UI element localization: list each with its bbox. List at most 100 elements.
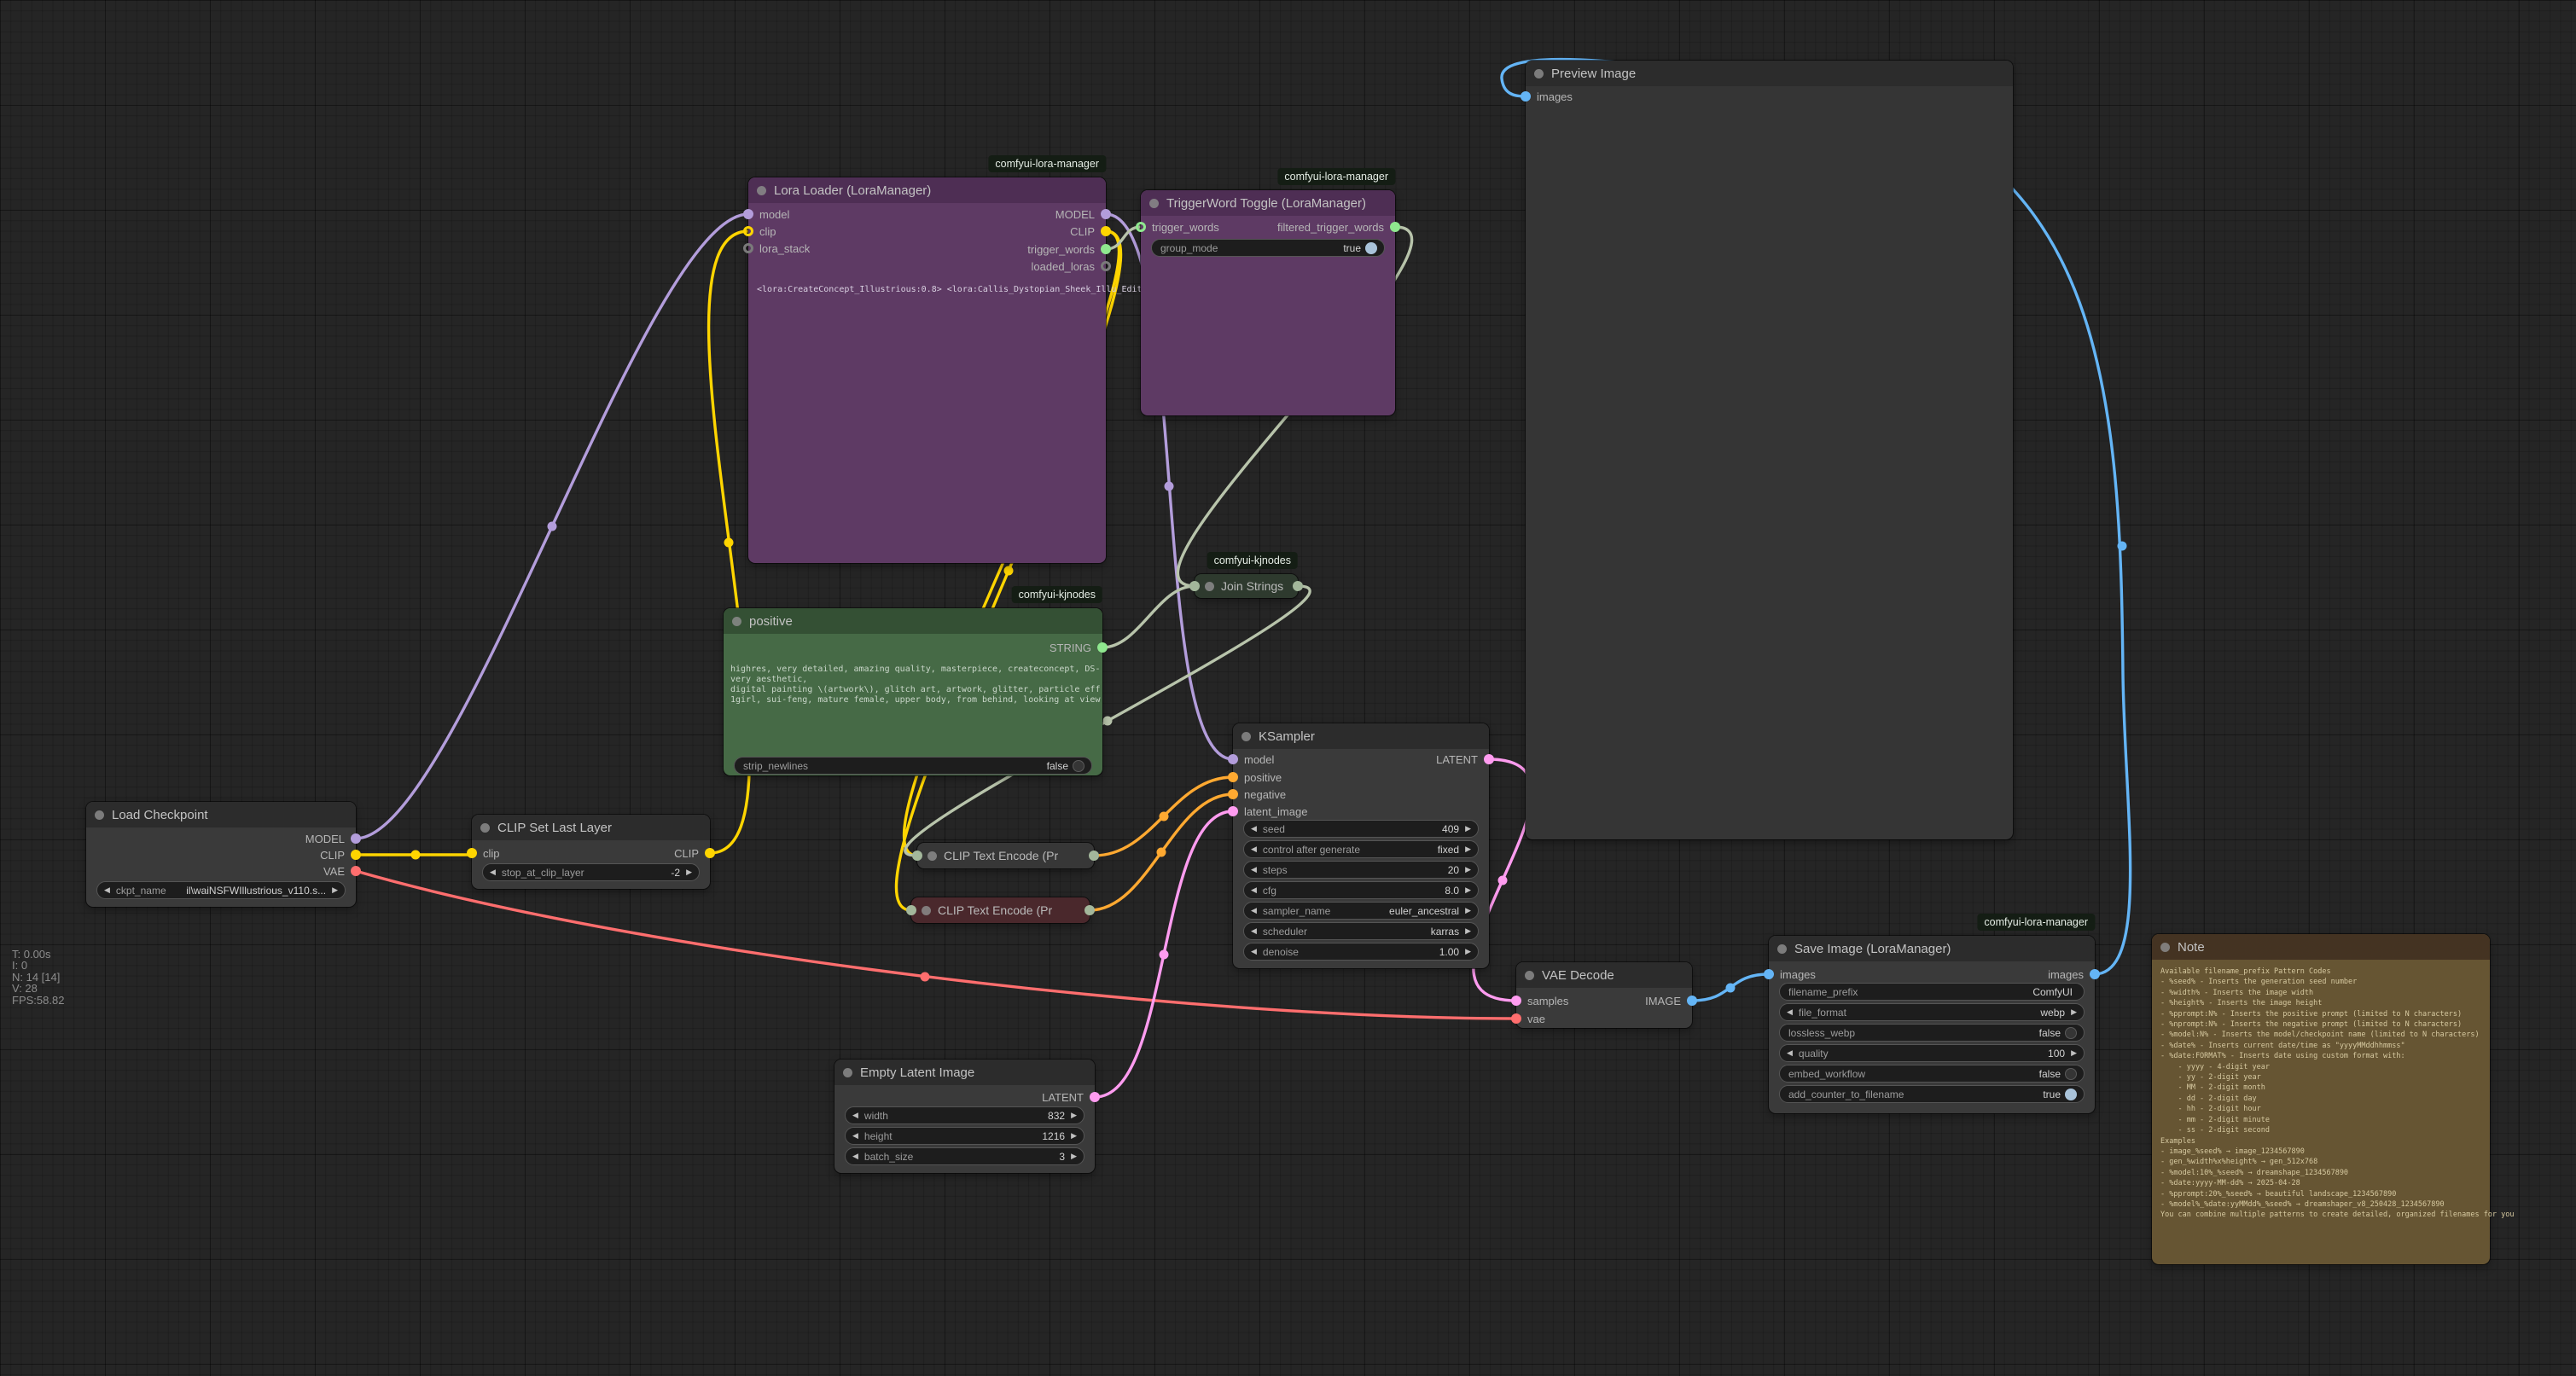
collapse-dot[interactable] xyxy=(1149,199,1159,208)
toggle-on-icon[interactable] xyxy=(1365,242,1377,254)
decrement-arrow-icon[interactable]: ◀ xyxy=(852,1132,858,1140)
toggle-off-icon[interactable] xyxy=(1073,760,1084,772)
collapsed-input-dot[interactable] xyxy=(906,905,916,915)
node-canvas[interactable]: T: 0.00sI: 0N: 14 [14]V: 28FPS:58.82 Loa… xyxy=(0,0,2576,1376)
increment-arrow-icon[interactable]: ▶ xyxy=(332,886,338,894)
decrement-arrow-icon[interactable]: ◀ xyxy=(1251,927,1257,935)
collapse-dot[interactable] xyxy=(95,810,104,820)
toggle-off-icon[interactable] xyxy=(2065,1027,2077,1039)
node-vae-decode[interactable]: VAE DecodesamplesvaeIMAGE xyxy=(1516,962,1692,1028)
widget-stop-at-clip-layer[interactable]: ◀stop_at_clip_layer-2▶ xyxy=(482,863,700,881)
collapse-dot[interactable] xyxy=(2160,943,2170,952)
port-dot-image[interactable] xyxy=(1521,91,1531,102)
port-dot-clip[interactable] xyxy=(705,848,715,858)
output-port-LATENT[interactable]: LATENT xyxy=(1233,752,1489,766)
widget-lossless-webp[interactable]: lossless_webpfalse xyxy=(1779,1024,2085,1042)
output-port-loaded_loras[interactable]: loaded_loras xyxy=(748,259,1106,273)
decrement-arrow-icon[interactable]: ◀ xyxy=(852,1112,858,1119)
widget-cfg[interactable]: ◀cfg8.0▶ xyxy=(1243,881,1479,899)
toggle-off-icon[interactable] xyxy=(2065,1068,2077,1080)
output-port-LATENT[interactable]: LATENT xyxy=(834,1090,1095,1104)
collapse-dot[interactable] xyxy=(732,617,741,626)
collapse-dot[interactable] xyxy=(927,851,937,861)
decrement-arrow-icon[interactable]: ◀ xyxy=(1251,825,1257,833)
increment-arrow-icon[interactable]: ▶ xyxy=(1071,1152,1077,1160)
node-preview-image[interactable]: Preview Imageimages xyxy=(1526,61,2013,839)
output-port-MODEL[interactable]: MODEL xyxy=(86,832,356,845)
collapse-dot[interactable] xyxy=(922,906,931,915)
collapse-dot[interactable] xyxy=(1241,732,1251,741)
increment-arrow-icon[interactable]: ▶ xyxy=(2071,1049,2077,1057)
increment-arrow-icon[interactable]: ▶ xyxy=(1465,948,1471,955)
output-port-filtered_trigger_words[interactable]: filtered_trigger_words xyxy=(1141,220,1395,234)
node-load-checkpoint[interactable]: Load CheckpointMODELCLIPVAE◀ckpt_nameil\… xyxy=(86,802,356,907)
collapse-dot[interactable] xyxy=(757,186,766,195)
node-header[interactable]: TriggerWord Toggle (LoraManager) xyxy=(1141,190,1395,216)
widget-sampler-name[interactable]: ◀sampler_nameeuler_ancestral▶ xyxy=(1243,902,1479,920)
port-dot-gray[interactable] xyxy=(1101,261,1111,271)
node-header[interactable]: Preview Image xyxy=(1526,61,2013,86)
decrement-arrow-icon[interactable]: ◀ xyxy=(1251,907,1257,914)
widget-batch-size[interactable]: ◀batch_size3▶ xyxy=(845,1147,1084,1165)
toggle-on-icon[interactable] xyxy=(2065,1089,2077,1100)
widget-height[interactable]: ◀height1216▶ xyxy=(845,1127,1084,1145)
increment-arrow-icon[interactable]: ▶ xyxy=(1465,825,1471,833)
port-dot-string[interactable] xyxy=(1097,642,1108,653)
output-port-CLIP[interactable]: CLIP xyxy=(748,224,1106,238)
port-dot-vae[interactable] xyxy=(1511,1013,1521,1024)
widget-quality[interactable]: ◀quality100▶ xyxy=(1779,1044,2085,1062)
widget-strip-newlines[interactable]: strip_newlinesfalse xyxy=(734,757,1092,775)
decrement-arrow-icon[interactable]: ◀ xyxy=(1251,886,1257,894)
decrement-arrow-icon[interactable]: ◀ xyxy=(1787,1049,1793,1057)
widget-group-mode[interactable]: group_modetrue xyxy=(1151,239,1385,257)
prompt-text-area[interactable]: highres, very detailed, amazing quality,… xyxy=(730,665,1101,753)
output-port-CLIP[interactable]: CLIP xyxy=(472,846,710,860)
node-cte-positive[interactable]: CLIP Text Encode (Pr xyxy=(917,843,1094,868)
increment-arrow-icon[interactable]: ▶ xyxy=(1465,927,1471,935)
port-dot-latent[interactable] xyxy=(1090,1092,1100,1102)
increment-arrow-icon[interactable]: ▶ xyxy=(1465,866,1471,874)
node-triggerword-toggle[interactable]: TriggerWord Toggle (LoraManager)trigger_… xyxy=(1141,190,1395,415)
port-dot-clip[interactable] xyxy=(1101,226,1111,236)
collapse-dot[interactable] xyxy=(1205,582,1214,591)
widget-ckpt-name[interactable]: ◀ckpt_nameil\waiNSFWIllustrious_v110.s..… xyxy=(96,881,346,899)
widget-file-format[interactable]: ◀file_formatwebp▶ xyxy=(1779,1003,2085,1021)
collapsed-input-dot[interactable] xyxy=(912,851,922,861)
increment-arrow-icon[interactable]: ▶ xyxy=(686,868,692,876)
collapse-dot[interactable] xyxy=(843,1068,852,1077)
collapsed-output-dot[interactable] xyxy=(1089,851,1099,861)
collapse-dot[interactable] xyxy=(480,823,490,833)
input-port-positive[interactable]: positive xyxy=(1233,770,1489,784)
port-dot-image[interactable] xyxy=(1687,996,1697,1006)
port-dot-latent[interactable] xyxy=(1228,806,1238,816)
output-port-images[interactable]: images xyxy=(1769,967,2095,981)
node-header[interactable]: Lora Loader (LoraManager) xyxy=(748,177,1106,203)
increment-arrow-icon[interactable]: ▶ xyxy=(1465,886,1471,894)
node-header[interactable]: positive xyxy=(724,608,1102,634)
node-header[interactable]: KSampler xyxy=(1233,723,1489,749)
node-cte-negative[interactable]: CLIP Text Encode (Pr xyxy=(911,897,1090,923)
decrement-arrow-icon[interactable]: ◀ xyxy=(1787,1008,1793,1016)
port-dot-model[interactable] xyxy=(1101,209,1111,219)
widget-add-counter-to-filename[interactable]: add_counter_to_filenametrue xyxy=(1779,1085,2085,1103)
port-dot-conditioning[interactable] xyxy=(1228,789,1238,799)
node-empty-latent[interactable]: Empty Latent ImageLATENT◀width832▶◀heigh… xyxy=(834,1060,1095,1173)
increment-arrow-icon[interactable]: ▶ xyxy=(1071,1112,1077,1119)
input-port-negative[interactable]: negative xyxy=(1233,787,1489,801)
node-header[interactable]: Save Image (LoraManager) xyxy=(1769,936,2095,961)
decrement-arrow-icon[interactable]: ◀ xyxy=(1251,948,1257,955)
port-dot-model[interactable] xyxy=(351,833,361,844)
port-dot-conditioning[interactable] xyxy=(1228,772,1238,782)
lora-syntax-text[interactable]: <lora:CreateConcept_Illustrious:0.8> <lo… xyxy=(757,285,1183,294)
node-positive[interactable]: positiveSTRINGstrip_newlinesfalsehighres… xyxy=(724,608,1102,775)
node-clip-set-last-layer[interactable]: CLIP Set Last LayerclipCLIP◀stop_at_clip… xyxy=(472,815,710,889)
node-join-strings[interactable]: Join Strings xyxy=(1195,574,1298,598)
node-ksampler[interactable]: KSamplermodelpositivenegativelatent_imag… xyxy=(1233,723,1489,968)
collapse-dot[interactable] xyxy=(1525,971,1534,980)
increment-arrow-icon[interactable]: ▶ xyxy=(1465,845,1471,853)
node-note[interactable]: NoteAvailable filename_prefix Pattern Co… xyxy=(2152,934,2490,1264)
widget-seed[interactable]: ◀seed409▶ xyxy=(1243,820,1479,838)
decrement-arrow-icon[interactable]: ◀ xyxy=(852,1152,858,1160)
widget-denoise[interactable]: ◀denoise1.00▶ xyxy=(1243,943,1479,961)
decrement-arrow-icon[interactable]: ◀ xyxy=(1251,866,1257,874)
